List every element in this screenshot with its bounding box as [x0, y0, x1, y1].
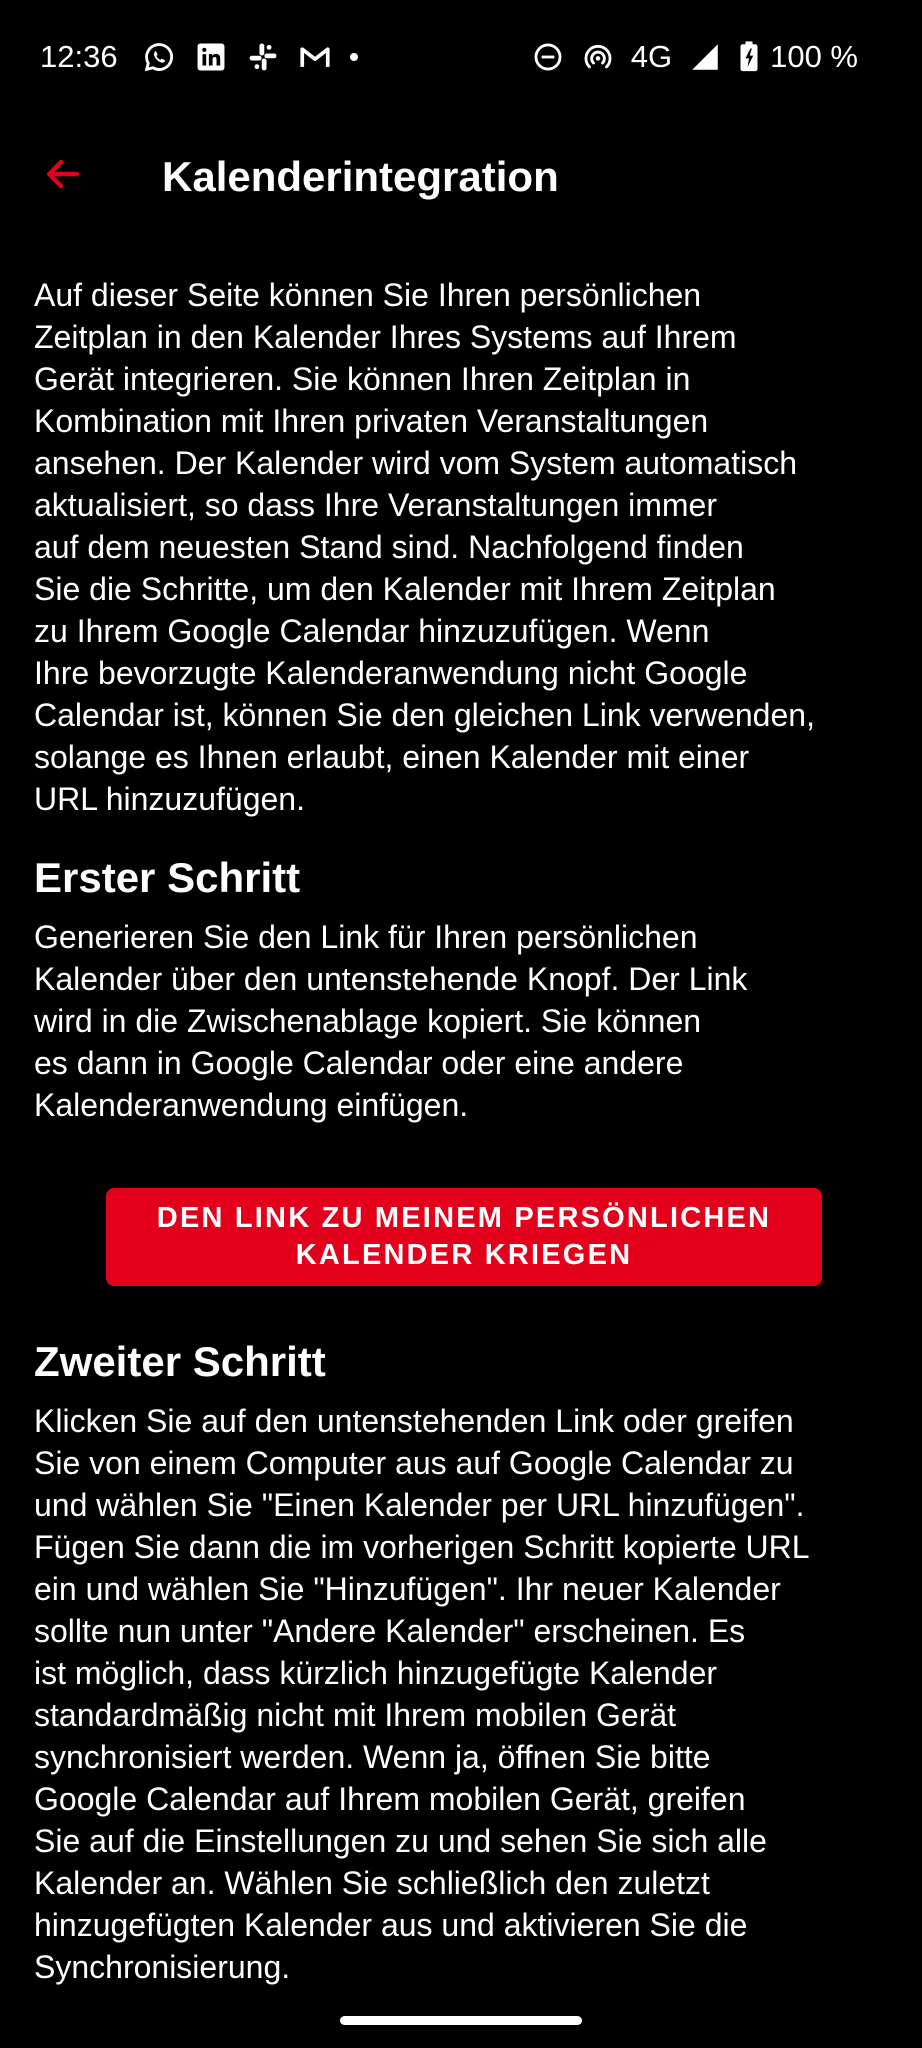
- status-bar: 12:36 4G 100 %: [0, 0, 922, 112]
- system-status-icons: 4G 100 %: [531, 37, 858, 77]
- page-title: Kalenderintegration: [162, 153, 559, 200]
- battery-percent: 100 %: [770, 39, 858, 74]
- slack-icon: [246, 40, 280, 74]
- step2-text: Klicken Sie auf den untenstehenden Link …: [34, 1403, 810, 1985]
- status-time: 12:36: [40, 39, 118, 74]
- back-button[interactable]: [36, 148, 88, 200]
- network-type: 4G: [630, 39, 673, 74]
- battery-charging-icon: [738, 40, 760, 74]
- gmail-icon: [298, 40, 332, 74]
- app-bar: Kalenderintegration: [0, 112, 922, 240]
- signal-icon: [688, 40, 722, 74]
- notification-dot-icon: [350, 53, 358, 61]
- button-container: DEN LINK ZU MEINEM PERSÖNLICHEN KALENDER…: [34, 1188, 894, 1286]
- notification-icons: [142, 40, 358, 74]
- step2-heading: Zweiter Schritt: [34, 1338, 326, 1385]
- intro-text: Auf dieser Seite können Sie Ihren persön…: [34, 277, 815, 817]
- whatsapp-icon: [142, 40, 176, 74]
- step1-text: Generieren Sie den Link für Ihren persön…: [34, 919, 748, 1123]
- gesture-navigation-bar[interactable]: [340, 2016, 582, 2025]
- get-calendar-link-button[interactable]: DEN LINK ZU MEINEM PERSÖNLICHEN KALENDER…: [106, 1188, 822, 1286]
- linkedin-icon: [194, 40, 228, 74]
- content: Auf dieser Seite können Sie Ihren persön…: [34, 274, 894, 1988]
- hotspot-icon: [581, 40, 615, 74]
- do-not-disturb-icon: [531, 40, 565, 74]
- arrow-back-icon: [46, 159, 79, 189]
- step1-heading: Erster Schritt: [34, 854, 301, 901]
